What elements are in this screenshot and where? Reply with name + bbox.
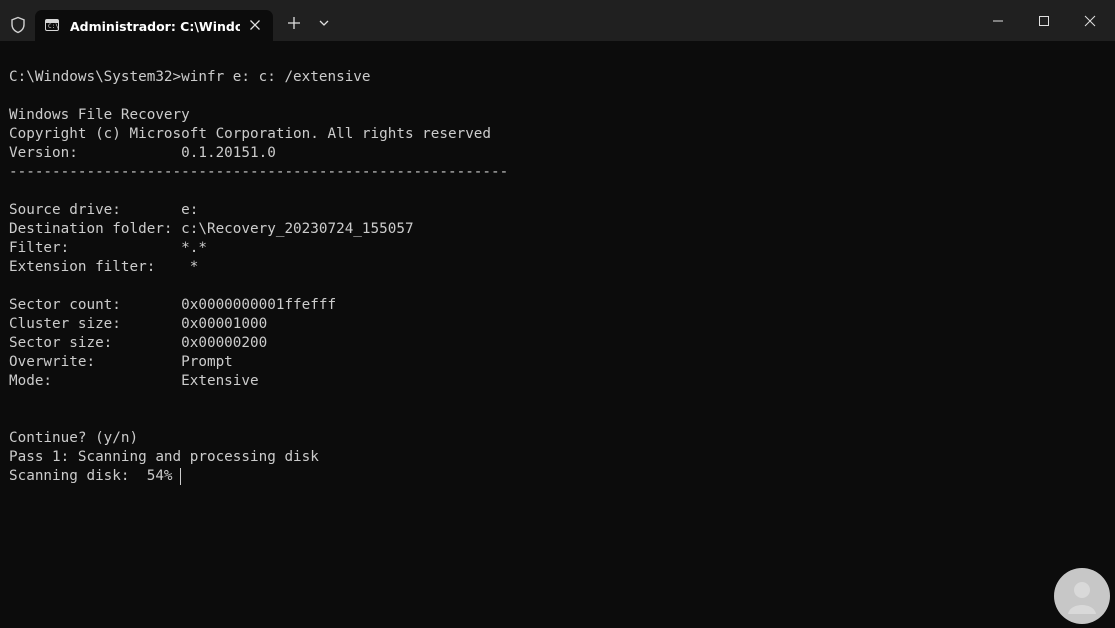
- terminal-line: Mode: Extensive: [9, 373, 259, 389]
- terminal-line: ----------------------------------------…: [9, 164, 509, 180]
- terminal-tab[interactable]: C:\ Administrador: C:\Windows\S: [35, 10, 273, 41]
- terminal-line: Pass 1: Scanning and processing disk: [9, 449, 319, 465]
- terminal-line: C:\Windows\System32>winfr e: c: /extensi…: [9, 69, 371, 85]
- terminal-line: Sector size: 0x00000200: [9, 335, 268, 351]
- chevron-down-icon[interactable]: [317, 16, 331, 30]
- terminal-line: Windows File Recovery: [9, 107, 190, 123]
- tab-title: Administrador: C:\Windows\S: [70, 19, 240, 34]
- terminal-line: Cluster size: 0x00001000: [9, 316, 268, 332]
- maximize-icon: [1039, 16, 1049, 26]
- terminal-output[interactable]: C:\Windows\System32>winfr e: c: /extensi…: [0, 41, 1100, 628]
- scrollbar[interactable]: [1101, 41, 1115, 628]
- maximize-button[interactable]: [1021, 0, 1067, 41]
- close-icon[interactable]: [247, 17, 263, 33]
- close-icon: [1084, 15, 1096, 27]
- terminal-line: Copyright (c) Microsoft Corporation. All…: [9, 126, 492, 142]
- title-bar: C:\ Administrador: C:\Windows\S: [0, 0, 1115, 41]
- watermark-logo: [1054, 568, 1110, 624]
- plus-icon[interactable]: [286, 15, 302, 31]
- terminal-line: Filter: *.*: [9, 240, 207, 256]
- minimize-icon: [993, 20, 1003, 22]
- terminal-line: Overwrite: Prompt: [9, 354, 233, 370]
- terminal-line: Sector count: 0x0000000001ffefff: [9, 297, 337, 313]
- terminal-line: Extension filter: *: [9, 259, 199, 275]
- terminal-line: Continue? (y/n): [9, 430, 139, 446]
- terminal-line: Destination folder: c:\Recovery_20230724…: [9, 221, 414, 237]
- minimize-button[interactable]: [975, 0, 1021, 41]
- text-cursor: [180, 468, 181, 485]
- person-silhouette-icon: [1068, 582, 1096, 614]
- terminal-icon: C:\: [45, 19, 59, 31]
- terminal-line: Version: 0.1.20151.0: [9, 145, 276, 161]
- terminal-line: Source drive: e:: [9, 202, 199, 218]
- shield-icon: [11, 16, 25, 34]
- terminal-line: Scanning disk: 54%: [9, 468, 173, 484]
- close-window-button[interactable]: [1067, 0, 1113, 41]
